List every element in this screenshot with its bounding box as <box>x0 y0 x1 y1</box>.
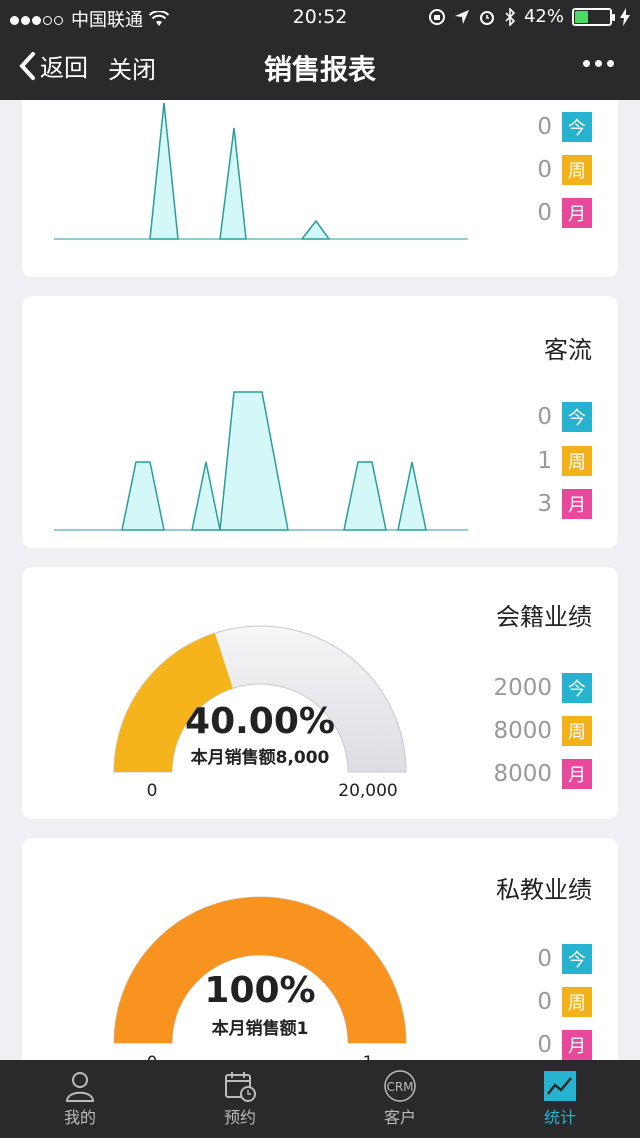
tab-bar: 我的 预约 CRM 客户 统计 <box>0 1060 640 1138</box>
tab-label: 预约 <box>223 1108 256 1127</box>
card-sales-trend: 0今 0周 0月 <box>22 100 618 277</box>
stat-today: 0今 <box>492 112 592 142</box>
stat-today: 2000 今 <box>492 673 592 703</box>
gauge-max-label: 1 <box>363 1053 374 1060</box>
tab-mine[interactable]: 我的 <box>0 1060 160 1138</box>
close-button[interactable]: 关闭 <box>108 50 156 85</box>
nav-bar: 返回 关闭 销售报表 <box>0 38 640 96</box>
stat-month: 0月 <box>492 198 592 228</box>
area-peak <box>191 461 221 531</box>
area-peak <box>149 102 179 240</box>
gauge-min-label: 0 <box>147 1053 158 1060</box>
tab-label: 客户 <box>383 1108 416 1127</box>
battery-percent: 42% <box>523 6 564 27</box>
rotation-lock-icon <box>428 8 445 25</box>
card-traffic: 客流 0今 1周 3月 <box>22 296 618 548</box>
status-bar: 中国联通 20:52 42% <box>0 0 640 34</box>
area-peak <box>121 461 165 531</box>
area-chart <box>54 102 468 240</box>
gauge-max-label: 20,000 <box>338 781 397 801</box>
location-icon <box>454 9 469 24</box>
stat-week: 8000 周 <box>492 716 592 746</box>
tab-customers[interactable]: CRM 客户 <box>320 1060 480 1138</box>
area-peak <box>343 461 387 531</box>
gauge-subtitle: 本月销售额8,000 <box>191 747 330 768</box>
stat-week: 0周 <box>492 155 592 185</box>
stat-month: 8000 月 <box>492 759 592 789</box>
stat-today: 0今 <box>492 944 592 974</box>
gauge-percent: 100% <box>204 970 315 1011</box>
card-membership-sales: 会籍业绩 40.00% 本月销售额8,000 0 20,000 2000 今 80… <box>22 567 618 819</box>
report-scroll-area[interactable]: 0今 0周 0月 客流 0今 1周 3月 会籍业绩 40.00% 本月销售额8,… <box>0 100 640 1060</box>
area-peak <box>219 127 247 240</box>
back-button[interactable]: 返回 <box>18 48 88 83</box>
area-peak <box>300 219 331 240</box>
person-icon <box>65 1072 95 1102</box>
back-label: 返回 <box>40 54 88 82</box>
chevron-left-icon <box>19 51 35 80</box>
stat-week: 0周 <box>492 987 592 1017</box>
tab-label: 统计 <box>543 1108 576 1127</box>
gauge-min-label: 0 <box>147 781 158 801</box>
more-icon[interactable] <box>583 60 614 67</box>
chart-icon <box>544 1071 576 1101</box>
bluetooth-icon <box>505 7 516 26</box>
area-peak <box>397 461 427 531</box>
gauge-subtitle: 本月销售额1 <box>212 1018 309 1039</box>
tab-label: 我的 <box>63 1108 96 1127</box>
stat-month: 0月 <box>492 1030 592 1060</box>
svg-text:CRM: CRM <box>386 1080 413 1094</box>
area-peak <box>219 391 289 531</box>
battery-icon <box>572 7 615 26</box>
page-title: 销售报表 <box>263 53 376 86</box>
top-bar: 中国联通 20:52 42% 返回 关闭 销售报表 <box>0 0 640 100</box>
area-chart <box>54 391 468 531</box>
stat-week: 1周 <box>492 446 592 476</box>
crm-icon: CRM <box>384 1070 416 1102</box>
card-coach-sales: 私教业绩 100% 本月销售额1 0 1 0今 0周 0月 <box>22 838 618 1060</box>
stat-today: 0今 <box>492 402 592 432</box>
charging-icon <box>620 7 630 26</box>
tab-statistics[interactable]: 统计 <box>480 1060 640 1138</box>
gauge-percent: 40.00% <box>185 701 335 742</box>
tab-booking[interactable]: 预约 <box>160 1060 320 1138</box>
gauge-chart: 100% 本月销售额1 0 1 <box>113 896 407 1060</box>
calendar-clock-icon <box>225 1072 256 1102</box>
stat-month: 3月 <box>492 489 592 519</box>
alarm-icon <box>479 10 494 25</box>
gauge-chart: 40.00% 本月销售额8,000 0 20,000 <box>113 625 407 801</box>
